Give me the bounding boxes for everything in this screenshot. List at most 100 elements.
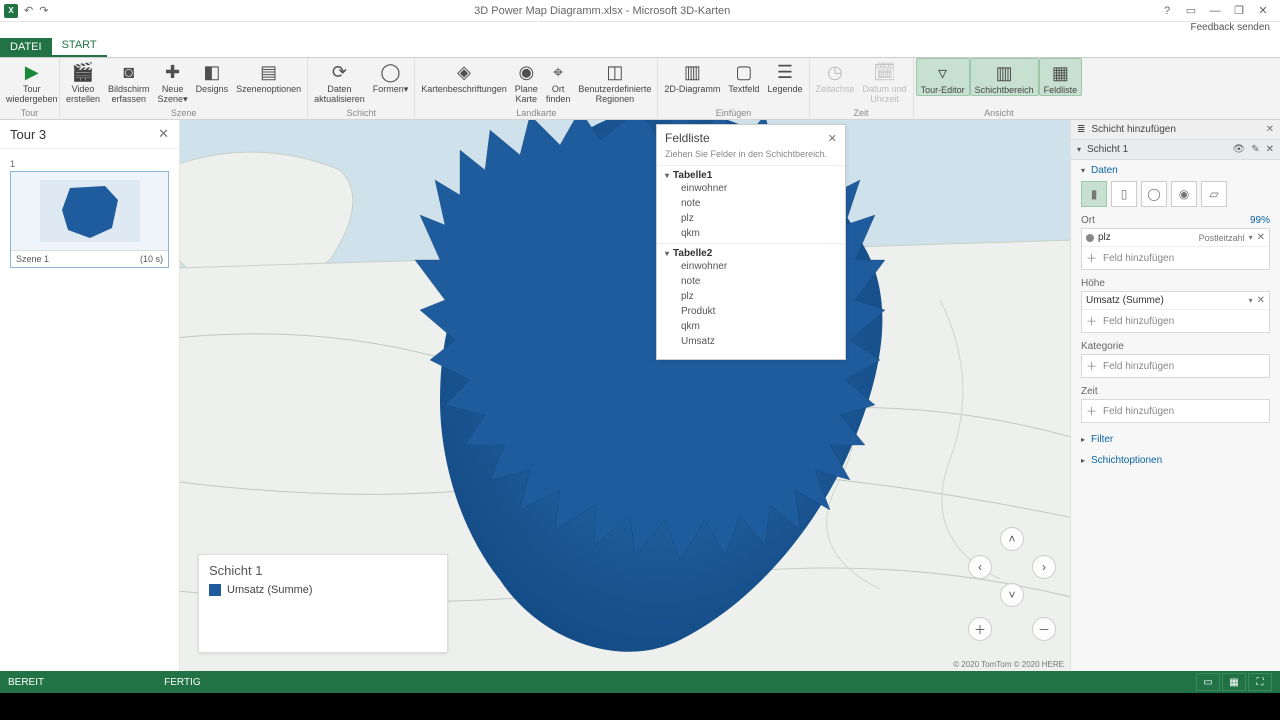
timeline-button: ◷Zeitachse	[812, 58, 859, 104]
remove-field-icon[interactable]: ✕	[1257, 232, 1265, 243]
layer-expand-icon[interactable]: ▾	[1077, 145, 1081, 154]
legend-title: Schicht 1	[199, 555, 447, 584]
map-nav-controls: ˄ ‹ › ˅ ＋ －	[966, 525, 1058, 643]
field-item[interactable]: plz	[665, 289, 845, 304]
textfield-button[interactable]: ▢Textfeld	[724, 58, 763, 94]
legend-button[interactable]: ☰Legende	[763, 58, 806, 94]
custom-regions-button[interactable]: ◫Benutzerdefinierte Regionen	[574, 58, 655, 104]
tour-editor-pane: Tour 3✕ 1 Szene 1(10 s)	[0, 120, 180, 671]
zoom-in-icon[interactable]: ＋	[968, 617, 992, 641]
tour-editor-button[interactable]: ▿Tour-Editor	[916, 58, 970, 96]
refresh-data-button[interactable]: ⟳Daten aktualisieren	[310, 58, 369, 104]
table-header[interactable]: Tabelle2	[665, 248, 845, 259]
field-item[interactable]: note	[665, 196, 845, 211]
section-data[interactable]: Daten	[1071, 160, 1280, 181]
tilt-up-icon[interactable]: ˄	[1000, 527, 1024, 551]
layer-delete-icon[interactable]: ✕	[1266, 144, 1274, 155]
zeit-label: Zeit	[1081, 386, 1098, 397]
add-field-ort[interactable]: ＋Feld hinzufügen	[1082, 247, 1269, 269]
radio-icon[interactable]	[1086, 234, 1094, 242]
add-field-zeit[interactable]: ＋Feld hinzufügen	[1082, 400, 1269, 422]
map-legend[interactable]: Schicht 1 Umsatz (Summe)	[198, 554, 448, 653]
rotate-right-icon[interactable]: ›	[1032, 555, 1056, 579]
feedback-link[interactable]: Feedback senden	[1190, 22, 1270, 33]
tour-play-button[interactable]: ▶Tour wiedergeben	[2, 58, 62, 104]
find-location-button[interactable]: ⌖Ort finden	[542, 58, 575, 104]
ribbon-collapse-icon[interactable]: ▭	[1180, 4, 1202, 17]
field-item[interactable]: Produkt	[665, 304, 845, 319]
ribbon: ▶Tour wiedergeben Tour 🎬Video erstellen …	[0, 58, 1280, 120]
tab-start[interactable]: START	[52, 36, 107, 57]
shapes-button[interactable]: ◯Formen▾	[369, 58, 413, 104]
dropdown-icon[interactable]: ▾	[1249, 296, 1253, 305]
chart-type-heatmap[interactable]: ◉	[1171, 181, 1197, 207]
zoom-out-icon[interactable]: －	[1032, 617, 1056, 641]
map-attribution: © 2020 TomTom © 2020 HERE	[953, 660, 1064, 669]
rotate-left-icon[interactable]: ‹	[968, 555, 992, 579]
add-field-kategorie[interactable]: ＋Feld hinzufügen	[1082, 355, 1269, 377]
field-item[interactable]: Umsatz	[665, 334, 845, 349]
designs-button[interactable]: ◧Designs	[192, 58, 233, 104]
field-list-panel[interactable]: Feldliste✕ Ziehen Sie Felder in den Schi…	[656, 124, 846, 360]
chart-type-clustered[interactable]: ▯	[1111, 181, 1137, 207]
section-options[interactable]: Schichtoptionen	[1071, 450, 1280, 471]
status-ready: BEREIT	[8, 677, 44, 688]
help-icon[interactable]: ?	[1156, 5, 1178, 17]
restore-icon[interactable]: ❐	[1228, 4, 1250, 17]
undo-icon[interactable]: ↶	[24, 4, 33, 17]
field-item[interactable]: einwohner	[665, 181, 845, 196]
chart2d-button[interactable]: ▥2D-Diagramm	[660, 58, 724, 94]
layer-visibility-icon[interactable]: 👁	[1233, 144, 1246, 155]
view-normal-icon[interactable]: ▭	[1196, 673, 1220, 691]
add-layer-button[interactable]: ≣Schicht hinzufügen	[1077, 124, 1176, 135]
tab-file[interactable]: DATEI	[0, 38, 52, 57]
tilt-down-icon[interactable]: ˅	[1000, 583, 1024, 607]
view-layout-icon[interactable]: ▦	[1222, 673, 1246, 691]
zeit-dropzone[interactable]: ＋Feld hinzufügen	[1081, 399, 1270, 423]
layer-panel-close-icon[interactable]: ✕	[1266, 124, 1274, 135]
field-item[interactable]: note	[665, 274, 845, 289]
ort-dropzone[interactable]: plzPostleitzahl▾✕ ＋Feld hinzufügen	[1081, 228, 1270, 270]
fieldlist-desc: Ziehen Sie Felder in den Schichtbereich.	[657, 149, 845, 165]
close-icon[interactable]: ✕	[1252, 4, 1274, 17]
view-full-icon[interactable]: ⛶	[1248, 673, 1272, 691]
map-view[interactable]: Schicht 1 Umsatz (Summe) © 2020 TomTom ©…	[180, 120, 1070, 671]
datetime-button: 🗓Datum und Uhrzeit	[859, 58, 911, 104]
status-bar: BEREIT FERTIG ▭ ▦ ⛶	[0, 671, 1280, 693]
plus-icon: ＋	[1086, 403, 1097, 419]
layers-icon: ≣	[1077, 124, 1085, 135]
chart-type-region[interactable]: ▱	[1201, 181, 1227, 207]
section-filter[interactable]: Filter	[1071, 429, 1280, 450]
remove-field-icon[interactable]: ✕	[1257, 295, 1265, 306]
table-header[interactable]: Tabelle1	[665, 170, 845, 181]
kategorie-dropzone[interactable]: ＋Feld hinzufügen	[1081, 354, 1270, 378]
new-scene-button[interactable]: ✚Neue Szene▾	[154, 58, 192, 104]
fieldlist-close-icon[interactable]: ✕	[828, 132, 837, 145]
scene-options-button[interactable]: ▤Szenenoptionen	[232, 58, 305, 104]
flat-map-button[interactable]: ◉Plane Karte	[511, 58, 542, 104]
ort-confidence[interactable]: 99%	[1250, 215, 1270, 226]
layer-pane-button[interactable]: ▥Schichtbereich	[970, 58, 1039, 96]
video-button[interactable]: 🎬Video erstellen	[62, 58, 104, 104]
kategorie-label: Kategorie	[1081, 341, 1124, 352]
legend-swatch	[209, 584, 221, 596]
dropdown-icon[interactable]: ▾	[1249, 233, 1253, 242]
add-field-hoehe[interactable]: ＋Feld hinzufügen	[1082, 310, 1269, 332]
screen-capture-button[interactable]: ◙Bildschirm erfassen	[104, 58, 154, 104]
field-item[interactable]: einwohner	[665, 259, 845, 274]
tour-pane-close-icon[interactable]: ✕	[158, 126, 169, 142]
chart-type-bubble[interactable]: ◯	[1141, 181, 1167, 207]
app-icon: X	[4, 4, 18, 18]
field-item[interactable]: plz	[665, 211, 845, 226]
map-labels-button[interactable]: ◈Kartenbeschriftungen	[417, 58, 511, 104]
scene-thumbnail[interactable]: Szene 1(10 s)	[10, 171, 169, 268]
fieldlist-button[interactable]: ▦Feldliste	[1039, 58, 1083, 96]
redo-icon[interactable]: ↷	[39, 4, 48, 17]
layer-rename-icon[interactable]: ✎	[1251, 144, 1259, 155]
plus-icon: ＋	[1086, 250, 1097, 266]
chart-type-column[interactable]: ▮	[1081, 181, 1107, 207]
hoehe-dropzone[interactable]: Umsatz (Summe)▾✕ ＋Feld hinzufügen	[1081, 291, 1270, 333]
field-item[interactable]: qkm	[665, 319, 845, 334]
field-item[interactable]: qkm	[665, 226, 845, 241]
minimize-icon[interactable]: —	[1204, 5, 1226, 17]
